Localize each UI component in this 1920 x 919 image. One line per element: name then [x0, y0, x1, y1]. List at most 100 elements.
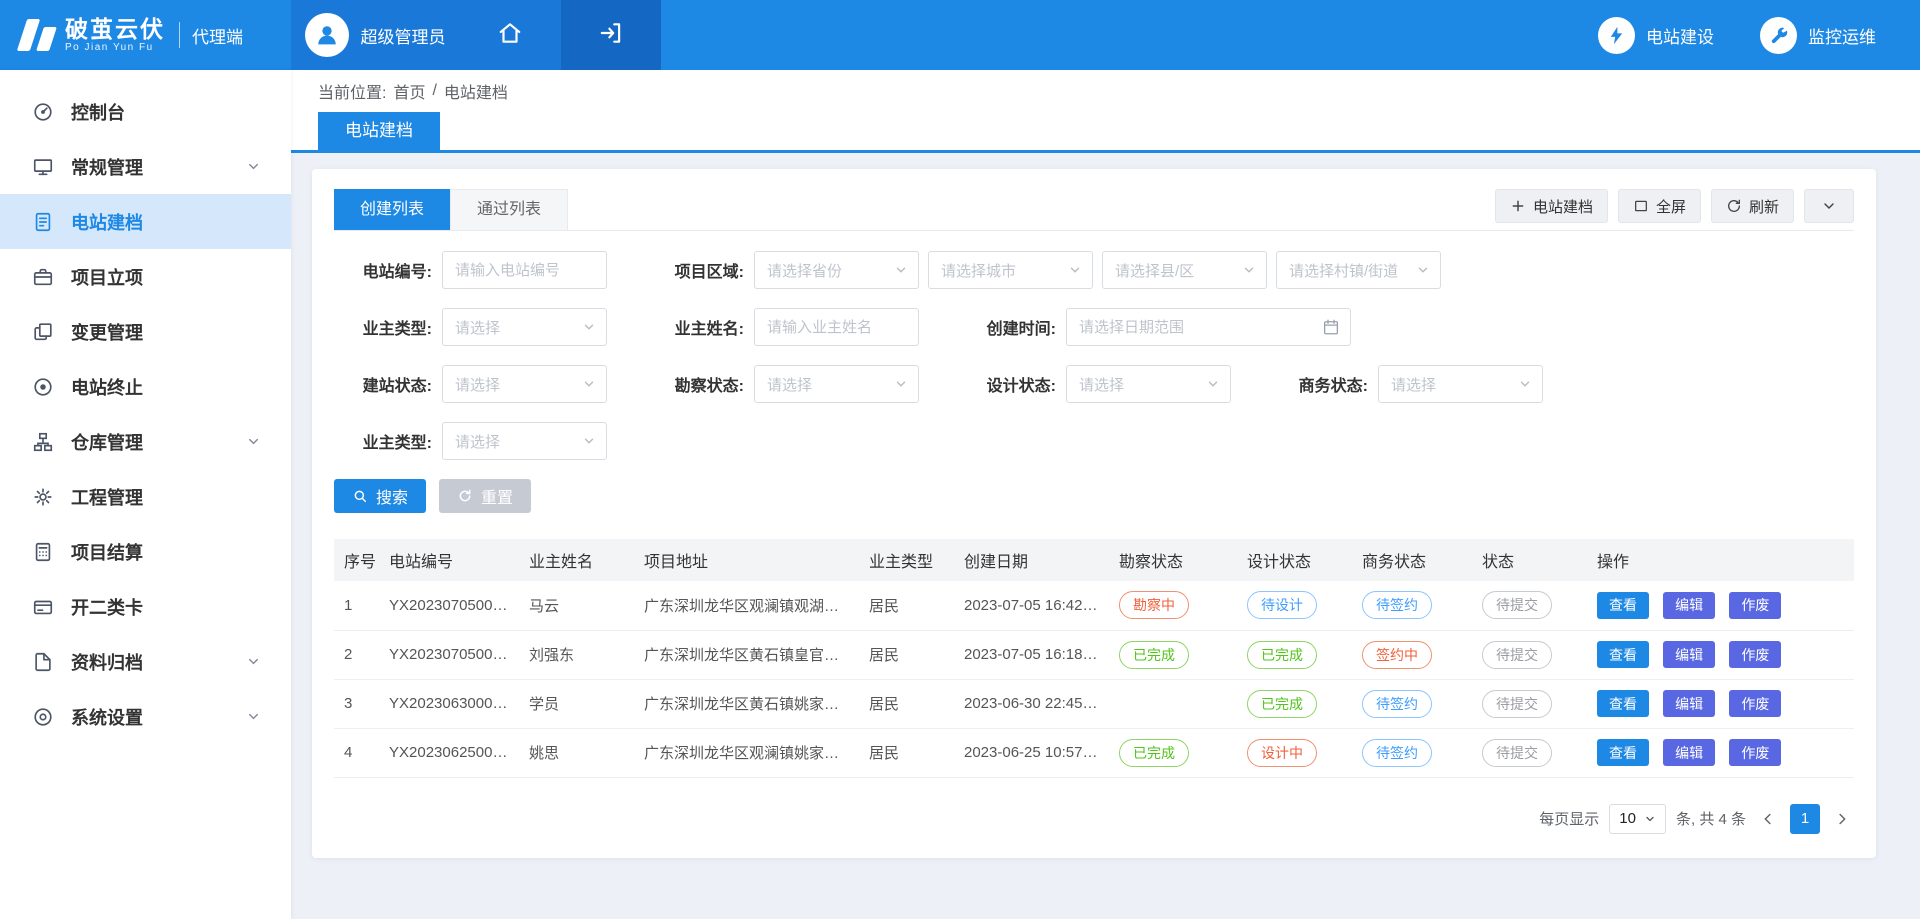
view-button[interactable]: 查看	[1597, 592, 1649, 619]
tab-create-list[interactable]: 创建列表	[334, 189, 450, 230]
edit-button[interactable]: 编辑	[1663, 739, 1715, 766]
logout-button[interactable]	[561, 0, 661, 70]
station-code-label: 电站编号:	[334, 258, 432, 282]
chevron-down-icon	[582, 320, 596, 334]
region-label: 项目区域:	[646, 258, 744, 282]
cell-status: 待提交	[1472, 728, 1587, 777]
sidebar-item-station-filing[interactable]: 电站建档	[0, 194, 291, 249]
chevron-down-icon	[1206, 377, 1220, 391]
owner-type2-select[interactable]: 请选择	[442, 422, 607, 460]
sidebar-item-console[interactable]: 控制台	[0, 84, 291, 139]
edit-button[interactable]: 编辑	[1663, 690, 1715, 717]
breadcrumb-prefix: 当前位置:	[318, 79, 386, 103]
create-station-button[interactable]: 电站建档	[1495, 189, 1608, 223]
dashboard-icon	[32, 100, 56, 124]
cell-station-code: YX2023063000009	[379, 679, 519, 728]
chevron-down-icon	[246, 709, 261, 724]
col-created: 创建日期	[954, 539, 1109, 581]
col-survey-status: 勘察状态	[1109, 539, 1237, 581]
chevron-down-icon	[1821, 198, 1837, 214]
stations-table: 序号 电站编号 业主姓名 项目地址 业主类型 创建日期 勘察状态 设计状态 商务…	[334, 539, 1854, 778]
user-menu[interactable]: 超级管理员	[291, 0, 459, 70]
page-number[interactable]: 1	[1790, 804, 1820, 834]
per-page-select[interactable]: 10	[1609, 804, 1666, 834]
breadcrumb-separator: /	[432, 82, 436, 100]
void-button[interactable]: 作废	[1729, 641, 1781, 668]
county-select[interactable]: 请选择县/区	[1102, 251, 1267, 289]
sidebar-item-station-termination[interactable]: 电站终止	[0, 359, 291, 414]
sidebar-item-project-settlement[interactable]: 项目结算	[0, 524, 291, 579]
view-button[interactable]: 查看	[1597, 690, 1649, 717]
build-status-select[interactable]: 请选择	[442, 365, 607, 403]
station-code-input[interactable]	[442, 251, 607, 289]
search-button[interactable]: 搜索	[334, 479, 426, 513]
col-address: 项目地址	[634, 539, 859, 581]
date-range-input[interactable]	[1066, 308, 1351, 346]
sidebar-item-engineering-management[interactable]: 工程管理	[0, 469, 291, 524]
home-button[interactable]	[459, 0, 561, 70]
wrench-icon	[1760, 17, 1797, 54]
sidebar-item-system-settings[interactable]: 系统设置	[0, 689, 291, 744]
edit-button[interactable]: 编辑	[1663, 592, 1715, 619]
col-business-status: 商务状态	[1352, 539, 1472, 581]
col-index: 序号	[334, 539, 379, 581]
sidebar: 控制台 常规管理 电站建档 项	[0, 70, 291, 919]
logo-icon	[22, 19, 53, 51]
table-header-row: 序号 电站编号 业主姓名 项目地址 业主类型 创建日期 勘察状态 设计状态 商务…	[334, 539, 1854, 581]
cell-owner-name: 学员	[519, 679, 634, 728]
lightning-icon	[1598, 17, 1635, 54]
cell-actions: 查看 编辑 作废	[1587, 728, 1854, 777]
monitoring-action[interactable]: 监控运维	[1760, 17, 1876, 54]
sidebar-item-general-management[interactable]: 常规管理	[0, 139, 291, 194]
view-button[interactable]: 查看	[1597, 641, 1649, 668]
copy-icon	[32, 320, 56, 344]
sidebar-item-data-archive[interactable]: 资料归档	[0, 634, 291, 689]
cell-address: 广东深圳龙华区黄石镇皇官大...	[634, 630, 859, 679]
sidebar-item-project-initiation[interactable]: 项目立项	[0, 249, 291, 304]
void-button[interactable]: 作废	[1729, 739, 1781, 766]
chevron-down-icon	[1242, 263, 1256, 277]
station-build-action[interactable]: 电站建设	[1598, 17, 1714, 54]
void-button[interactable]: 作废	[1729, 592, 1781, 619]
top-header: 破茧云伏 Po Jian Yun Fu 代理端 超级管理员	[0, 0, 1920, 70]
chevron-down-icon	[246, 654, 261, 669]
cell-index: 2	[334, 630, 379, 679]
sidebar-item-class2-card[interactable]: 开二类卡	[0, 579, 291, 634]
province-select[interactable]: 请选择省份	[754, 251, 919, 289]
void-button[interactable]: 作废	[1729, 690, 1781, 717]
refresh-button[interactable]: 刷新	[1711, 189, 1794, 223]
edit-button[interactable]: 编辑	[1663, 641, 1715, 668]
owner-type-select[interactable]: 请选择	[442, 308, 607, 346]
sidebar-item-warehouse-management[interactable]: 仓库管理	[0, 414, 291, 469]
status-badge: 已完成	[1119, 739, 1189, 767]
cell-business-status: 待签约	[1352, 581, 1472, 630]
col-owner-name: 业主姓名	[519, 539, 634, 581]
survey-status-select[interactable]: 请选择	[754, 365, 919, 403]
col-station-code: 电站编号	[379, 539, 519, 581]
sitemap-icon	[32, 430, 56, 454]
town-select[interactable]: 请选择村镇/街道	[1276, 251, 1441, 289]
status-badge: 待签约	[1362, 591, 1432, 619]
collapse-toolbar-button[interactable]	[1804, 189, 1854, 223]
filter-actions: 搜索 重置	[334, 479, 1854, 513]
sidebar-item-change-management[interactable]: 变更管理	[0, 304, 291, 359]
breadcrumb-home[interactable]: 首页	[393, 79, 425, 103]
chevron-down-icon	[582, 377, 596, 391]
design-status-select[interactable]: 请选择	[1066, 365, 1231, 403]
tab-station-filing[interactable]: 电站建档	[318, 112, 440, 150]
business-status-select[interactable]: 请选择	[1378, 365, 1543, 403]
city-select[interactable]: 请选择城市	[928, 251, 1093, 289]
table-row: 1 YX2023070500011 马云 广东深圳龙华区观澜镇观湖路... 居民…	[334, 581, 1854, 630]
cell-index: 4	[334, 728, 379, 777]
logout-icon	[598, 20, 624, 51]
owner-name-input[interactable]	[754, 308, 919, 346]
status-badge: 已完成	[1247, 690, 1317, 718]
cell-owner-type: 居民	[859, 630, 954, 679]
cell-created: 2023-07-05 16:42:22	[954, 581, 1109, 630]
tab-passed-list[interactable]: 通过列表	[450, 189, 568, 230]
view-button[interactable]: 查看	[1597, 739, 1649, 766]
reset-button[interactable]: 重置	[439, 479, 531, 513]
next-page-button[interactable]	[1830, 810, 1854, 828]
prev-page-button[interactable]	[1756, 810, 1780, 828]
fullscreen-button[interactable]: 全屏	[1618, 189, 1701, 223]
